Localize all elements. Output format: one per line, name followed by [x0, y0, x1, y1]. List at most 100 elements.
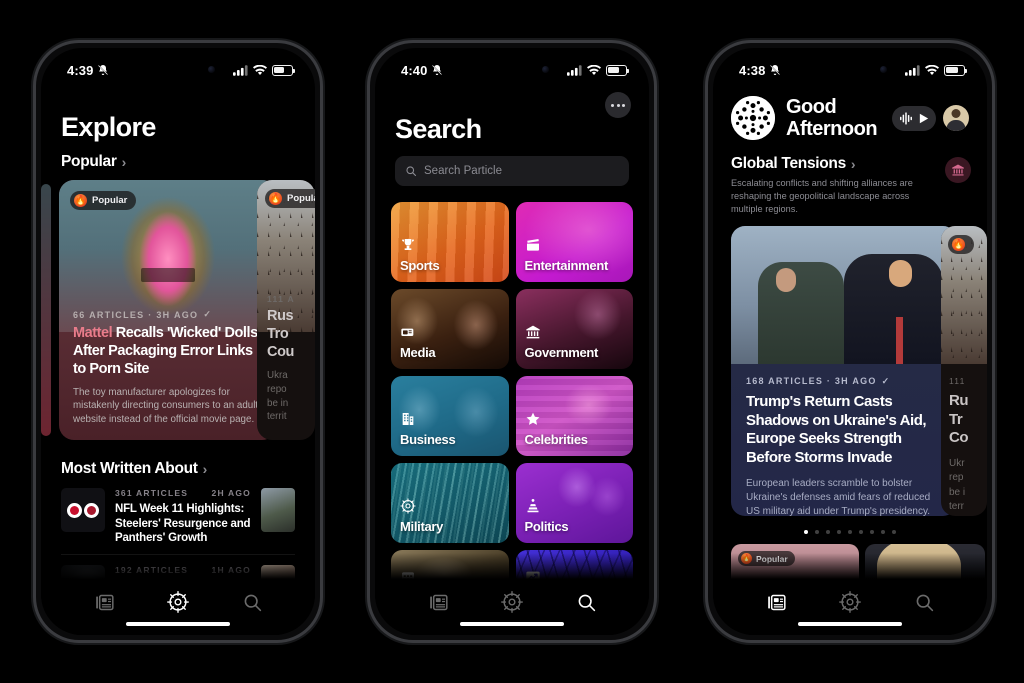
article-summary: European leaders scramble to bolster Ukr… — [746, 477, 931, 516]
tab-search[interactable] — [904, 587, 944, 617]
status-bar: 4:39 — [41, 48, 315, 92]
category-tile-entertainment[interactable]: Entertainment — [515, 202, 633, 282]
topic-description: Escalating conflicts and shifting allian… — [731, 177, 913, 214]
peek-summary: Ukr rep be i terr — [949, 458, 966, 512]
greeting-line-2: Afternoon — [786, 118, 878, 141]
list-item-meta: 361 ARTICLES 2H AGO — [115, 488, 251, 498]
clapper-icon — [526, 239, 539, 251]
headline-accent: Mattel — [73, 325, 113, 342]
tab-bar — [375, 579, 649, 635]
section-title: Popular — [61, 153, 117, 170]
verified-icon: ✓ — [881, 375, 891, 386]
category-label: Government — [524, 345, 599, 360]
battery-icon — [944, 64, 968, 76]
home-indicator — [460, 622, 564, 626]
tab-bar — [41, 579, 315, 635]
peek-article-card[interactable]: 🔥 Popular 111 A Rus Tro Cou Ukra — [257, 180, 315, 440]
featured-article-card[interactable]: 🔥 Popular 66 ARTICLES · 3H AGO ✓ Mattel … — [59, 180, 277, 440]
team-logos-thumb — [61, 488, 105, 532]
peek-popular-badge: 🔥 Popular — [265, 189, 315, 208]
chevron-right-icon: › — [121, 154, 127, 170]
category-label: Military — [400, 519, 444, 534]
peek-headline: Rus Tro Cou — [267, 308, 294, 361]
category-tile-sports[interactable]: Sports — [391, 202, 509, 282]
home-carousel[interactable]: 168 ARTICLES · 3H AGO ✓ Trump's Return C… — [713, 225, 987, 521]
bell-slash-icon — [432, 65, 443, 75]
chevron-right-icon: › — [850, 155, 856, 172]
category-label: Media — [400, 345, 436, 360]
tab-news[interactable] — [418, 587, 458, 617]
tab-news[interactable] — [756, 587, 796, 617]
category-tile-business[interactable]: Business — [391, 376, 509, 456]
wifi-icon — [587, 64, 601, 75]
section-header-most-written[interactable]: Most Written About › — [61, 460, 295, 478]
particle-logo-icon — [731, 96, 775, 141]
category-tile-politics[interactable]: Politics — [515, 463, 633, 543]
flame-icon: 🔥 — [74, 194, 87, 207]
cellular-icon — [233, 64, 248, 76]
greeting: Good Afternoon — [786, 96, 878, 141]
category-tile-celebrities[interactable]: Celebrities — [515, 376, 633, 456]
phone-search: 4:40 Search Search Particle Sports Enter… — [367, 40, 657, 643]
audio-play-button[interactable] — [892, 105, 936, 131]
category-label: Celebrities — [524, 432, 588, 447]
newspaper-icon — [767, 594, 786, 610]
screen-home: 4:38 Good Afternoon Global Tensions › Es… — [713, 48, 987, 635]
status-bar: 4:38 — [713, 48, 987, 92]
category-tile-military[interactable]: Military — [391, 463, 509, 543]
chevron-right-icon: › — [202, 461, 208, 477]
list-item[interactable]: 361 ARTICLES 2H AGO NFL Week 11 Highligh… — [61, 478, 295, 550]
bank-icon — [525, 325, 540, 339]
battery-icon — [606, 64, 630, 76]
dynamic-island — [132, 56, 224, 82]
newspaper-icon — [95, 594, 114, 610]
featured-article-card[interactable]: 168 ARTICLES · 3H AGO ✓ Trump's Return C… — [731, 225, 957, 516]
waveform-icon — [899, 112, 912, 125]
tab-explore[interactable] — [830, 587, 870, 617]
carousel-pager[interactable] — [713, 529, 987, 535]
tab-search[interactable] — [566, 587, 606, 617]
topic-title: Global Tensions — [731, 154, 846, 172]
search-icon — [578, 594, 595, 611]
status-time: 4:40 — [401, 62, 428, 78]
article-headline: Mattel Recalls 'Wicked' Dolls After Pack… — [73, 325, 263, 379]
wifi-icon — [925, 64, 939, 75]
home-indicator — [126, 622, 230, 626]
newspaper-icon — [429, 594, 448, 610]
section-title: Most Written About — [61, 460, 198, 477]
dynamic-island — [804, 56, 896, 82]
category-tile-government[interactable]: Government — [515, 289, 633, 369]
section-header-popular[interactable]: Popular › — [61, 153, 295, 171]
dynamic-island — [466, 56, 558, 82]
tab-explore[interactable] — [158, 587, 198, 617]
tab-search[interactable] — [232, 587, 272, 617]
topic-badge — [945, 156, 971, 183]
status-time: 4:39 — [67, 62, 94, 78]
article-meta: 66 ARTICLES · 3H AGO ✓ — [73, 309, 213, 320]
search-icon — [916, 594, 933, 611]
badge-label: Popular — [92, 195, 128, 206]
wifi-icon — [253, 64, 267, 75]
battery-icon — [272, 64, 296, 76]
article-headline: Trump's Return Casts Shadows on Ukraine'… — [746, 392, 927, 467]
more-options-button[interactable] — [605, 92, 631, 118]
tab-news[interactable] — [84, 587, 124, 617]
flame-icon: 🔥 — [952, 237, 965, 251]
category-label: Business — [400, 432, 456, 447]
search-input[interactable]: Search Particle — [395, 156, 629, 186]
building-icon — [402, 413, 414, 425]
tab-explore[interactable] — [492, 587, 532, 617]
popular-carousel[interactable]: 🔥 Popular 66 ARTICLES · 3H AGO ✓ Mattel … — [41, 180, 315, 444]
category-tile-media[interactable]: Media — [391, 289, 509, 369]
compass-icon — [400, 498, 416, 514]
trophy-icon — [402, 239, 414, 250]
topic-header[interactable]: Global Tensions › — [731, 155, 969, 173]
user-avatar[interactable] — [943, 105, 969, 132]
peek-meta: 111 A — [267, 294, 295, 305]
status-bar: 4:40 — [375, 48, 649, 92]
category-label: Entertainment — [524, 258, 609, 273]
peek-article-card[interactable]: 🔥 111 Ru Tr Co Ukr rep be i terr — [941, 225, 987, 516]
peek-summary: Ukra repo be in territ — [267, 370, 289, 423]
search-icon — [406, 166, 417, 177]
phone-home: 4:38 Good Afternoon Global Tensions › Es… — [705, 40, 995, 643]
